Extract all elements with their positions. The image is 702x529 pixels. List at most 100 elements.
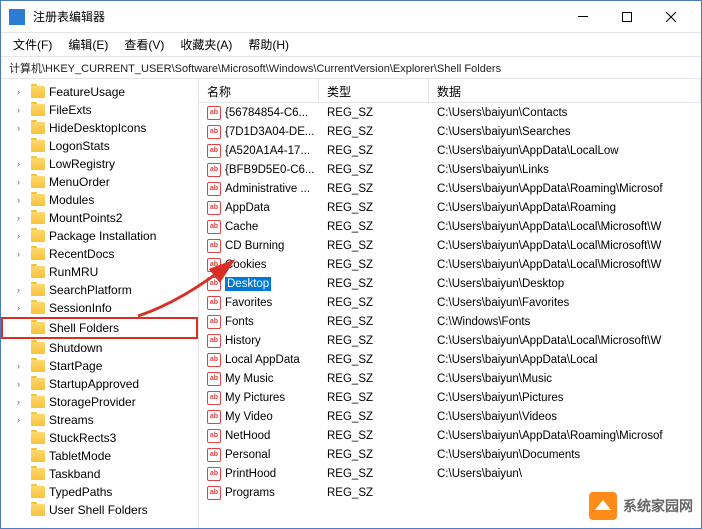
list-row[interactable]: ab{7D1D3A04-DE...REG_SZC:\Users\baiyun\S…	[199, 122, 701, 141]
chevron-right-icon[interactable]: ›	[17, 105, 20, 115]
list-row[interactable]: abPrintHoodREG_SZC:\Users\baiyun\	[199, 464, 701, 483]
cell-data: C:\Users\baiyun\Pictures	[429, 392, 701, 404]
tree-item-shutdown[interactable]: Shutdown	[1, 339, 198, 357]
column-header-data[interactable]: 数据	[429, 79, 701, 102]
cell-name: ab{BFB9D5E0-C6...	[199, 163, 319, 177]
tree-item-fileexts[interactable]: ›FileExts	[1, 101, 198, 119]
menu-help[interactable]: 帮助(H)	[240, 34, 297, 55]
cell-name: abNetHood	[199, 429, 319, 443]
cell-data: C:\Users\baiyun\AppData\Local\Microsoft\…	[429, 221, 701, 233]
tree-item-startpage[interactable]: ›StartPage	[1, 357, 198, 375]
tree-item-label: TypedPaths	[49, 485, 112, 499]
menu-file[interactable]: 文件(F)	[5, 34, 60, 55]
string-value-icon: ab	[207, 125, 221, 139]
tree-item-user-shell-folders[interactable]: User Shell Folders	[1, 501, 198, 519]
list-row[interactable]: abPersonalREG_SZC:\Users\baiyun\Document…	[199, 445, 701, 464]
chevron-right-icon[interactable]: ›	[17, 123, 20, 133]
tree-item-label: SearchPlatform	[49, 283, 132, 297]
list-row[interactable]: ab{56784854-C6...REG_SZC:\Users\baiyun\C…	[199, 103, 701, 122]
list-row[interactable]: abCacheREG_SZC:\Users\baiyun\AppData\Loc…	[199, 217, 701, 236]
string-value-icon: ab	[207, 315, 221, 329]
menu-edit[interactable]: 编辑(E)	[60, 34, 116, 55]
column-header-name[interactable]: 名称	[199, 79, 319, 102]
list-row[interactable]: abDesktopREG_SZC:\Users\baiyun\Desktop	[199, 274, 701, 293]
cell-name: ab{A520A1A4-17...	[199, 144, 319, 158]
chevron-right-icon[interactable]: ›	[17, 87, 20, 97]
minimize-button[interactable]	[561, 2, 605, 32]
list-row[interactable]: ab{BFB9D5E0-C6...REG_SZC:\Users\baiyun\L…	[199, 160, 701, 179]
cell-type: REG_SZ	[319, 278, 429, 290]
tree-item-startupapproved[interactable]: ›StartupApproved	[1, 375, 198, 393]
tree-item-runmru[interactable]: RunMRU	[1, 263, 198, 281]
tree-item-hidedesktopicons[interactable]: ›HideDesktopIcons	[1, 119, 198, 137]
list-row[interactable]: abCD BurningREG_SZC:\Users\baiyun\AppDat…	[199, 236, 701, 255]
list-row[interactable]: abFontsREG_SZC:\Windows\Fonts	[199, 312, 701, 331]
chevron-right-icon[interactable]: ›	[17, 361, 20, 371]
folder-icon	[31, 212, 45, 224]
chevron-right-icon[interactable]: ›	[17, 195, 20, 205]
chevron-right-icon[interactable]: ›	[17, 303, 20, 313]
cell-type: REG_SZ	[319, 259, 429, 271]
tree-item-taskband[interactable]: Taskband	[1, 465, 198, 483]
list-row[interactable]: abAdministrative ...REG_SZC:\Users\baiyu…	[199, 179, 701, 198]
tree-item-menuorder[interactable]: › MenuOrder	[1, 173, 198, 191]
list-row[interactable]: abCookiesREG_SZC:\Users\baiyun\AppData\L…	[199, 255, 701, 274]
tree-item-package-installation[interactable]: ›Package Installation	[1, 227, 198, 245]
tree-item-sessioninfo[interactable]: ›SessionInfo	[1, 299, 198, 317]
cell-data: C:\Users\baiyun\AppData\Local	[429, 354, 701, 366]
list-panel[interactable]: 名称 类型 数据 ab{56784854-C6...REG_SZC:\Users…	[199, 79, 701, 528]
chevron-right-icon[interactable]: ›	[17, 159, 20, 169]
tree-item-label: LowRegistry	[49, 157, 115, 171]
app-icon	[9, 9, 25, 25]
menu-view[interactable]: 查看(V)	[116, 34, 172, 55]
menu-favorites[interactable]: 收藏夹(A)	[172, 34, 240, 55]
tree-panel[interactable]: ›FeatureUsage›FileExts›HideDesktopIconsL…	[1, 79, 199, 528]
string-value-icon: ab	[207, 372, 221, 386]
tree-item-typedpaths[interactable]: TypedPaths	[1, 483, 198, 501]
chevron-right-icon[interactable]: ›	[17, 213, 20, 223]
tree-item-searchplatform[interactable]: › SearchPlatform	[1, 281, 198, 299]
chevron-right-icon[interactable]: ›	[17, 177, 20, 187]
list-row[interactable]: abMy MusicREG_SZC:\Users\baiyun\Music	[199, 369, 701, 388]
tree-item-tabletmode[interactable]: TabletMode	[1, 447, 198, 465]
close-button[interactable]	[649, 2, 693, 32]
chevron-right-icon[interactable]: ›	[17, 249, 20, 259]
list-row[interactable]: abFavoritesREG_SZC:\Users\baiyun\Favorit…	[199, 293, 701, 312]
folder-icon	[31, 284, 45, 296]
string-value-icon: ab	[207, 220, 221, 234]
chevron-right-icon[interactable]: ›	[17, 415, 20, 425]
tree-item-storageprovider[interactable]: ›StorageProvider	[1, 393, 198, 411]
tree-item-mountpoints2[interactable]: › MountPoints2	[1, 209, 198, 227]
cell-name: abLocal AppData	[199, 353, 319, 367]
folder-icon	[31, 266, 45, 278]
list-row[interactable]: abLocal AppDataREG_SZC:\Users\baiyun\App…	[199, 350, 701, 369]
tree-item-label: MenuOrder	[49, 175, 110, 189]
tree-item-stuckrects3[interactable]: StuckRects3	[1, 429, 198, 447]
tree-item-modules[interactable]: ›Modules	[1, 191, 198, 209]
tree-item-label: MountPoints2	[49, 211, 122, 225]
list-row[interactable]: abMy VideoREG_SZC:\Users\baiyun\Videos	[199, 407, 701, 426]
list-row[interactable]: abAppDataREG_SZC:\Users\baiyun\AppData\R…	[199, 198, 701, 217]
column-header-type[interactable]: 类型	[319, 79, 429, 102]
chevron-right-icon[interactable]: ›	[17, 231, 20, 241]
tree-item-label: User Shell Folders	[49, 503, 148, 517]
maximize-button[interactable]	[605, 2, 649, 32]
tree-item-shell-folders[interactable]: Shell Folders	[1, 317, 198, 339]
tree-item-streams[interactable]: ›Streams	[1, 411, 198, 429]
list-row[interactable]: abHistoryREG_SZC:\Users\baiyun\AppData\L…	[199, 331, 701, 350]
titlebar: 注册表编辑器	[1, 1, 701, 33]
tree-item-lowregistry[interactable]: › LowRegistry	[1, 155, 198, 173]
tree-item-featureusage[interactable]: ›FeatureUsage	[1, 83, 198, 101]
chevron-right-icon[interactable]: ›	[17, 397, 20, 407]
list-row[interactable]: abMy PicturesREG_SZC:\Users\baiyun\Pictu…	[199, 388, 701, 407]
list-row[interactable]: ab{A520A1A4-17...REG_SZC:\Users\baiyun\A…	[199, 141, 701, 160]
watermark-text: 系统家园网	[623, 496, 693, 516]
address-bar[interactable]: 计算机\HKEY_CURRENT_USER\Software\Microsoft…	[1, 57, 701, 79]
chevron-right-icon[interactable]: ›	[17, 379, 20, 389]
list-row[interactable]: abNetHoodREG_SZC:\Users\baiyun\AppData\R…	[199, 426, 701, 445]
cell-data: C:\Users\baiyun\AppData\Roaming\Microsof	[429, 430, 701, 442]
string-value-icon: ab	[207, 182, 221, 196]
tree-item-recentdocs[interactable]: ›RecentDocs	[1, 245, 198, 263]
tree-item-logonstats[interactable]: LogonStats	[1, 137, 198, 155]
chevron-right-icon[interactable]: ›	[17, 285, 20, 295]
